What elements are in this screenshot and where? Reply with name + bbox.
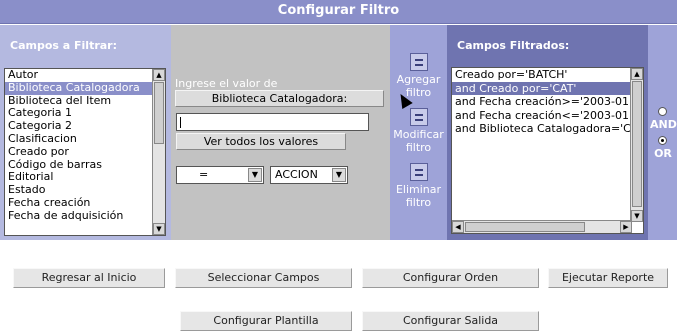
scroll-left-icon[interactable]: ◀ <box>452 221 464 233</box>
hscroll-thumb[interactable] <box>465 222 585 232</box>
list-item[interactable]: and Creado por='CAT' <box>452 81 643 95</box>
configure-order-button[interactable]: Configurar Orden <box>362 268 539 288</box>
scroll-thumb[interactable] <box>632 81 642 207</box>
page-title: Configurar Filtro <box>277 3 400 18</box>
filtered-listbox[interactable]: Creado por='BATCH' and Creado por='CAT' an… <box>451 67 644 234</box>
view-all-values-button[interactable]: Ver todos los valores <box>176 133 346 150</box>
list-item[interactable]: Creado por <box>5 145 165 159</box>
list-item[interactable]: and Biblioteca Catalogadora='C <box>452 122 643 136</box>
action-select[interactable]: ACCION ▼ <box>270 166 348 184</box>
scroll-right-icon[interactable]: ▶ <box>620 221 632 233</box>
modify-filter-button[interactable]: Modificar filtro <box>390 108 447 154</box>
add-filter-button[interactable]: Agregar filtro <box>390 53 447 99</box>
delete-filter-button[interactable]: Eliminar filtro <box>390 163 447 209</box>
filtered-panel: Campos Filtrados: Creado por='BATCH' and … <box>447 25 648 240</box>
list-item[interactable]: Clasificacion <box>5 132 165 146</box>
filtered-hscrollbar[interactable]: ◀ ▶ <box>452 220 632 233</box>
fields-header: Campos a Filtrar: <box>10 39 118 52</box>
list-item[interactable]: and Fecha creación<='2003-01 <box>452 109 643 123</box>
back-to-start-button[interactable]: Regresar al Inicio <box>13 268 165 288</box>
add-filter-icon <box>409 53 428 71</box>
list-item[interactable]: Fecha de adquisición <box>5 209 165 223</box>
list-item[interactable]: Fecha creación <box>5 196 165 210</box>
list-item[interactable]: Biblioteca Catalogadora <box>5 81 165 95</box>
fields-listbox[interactable]: Autor Biblioteca Catalogadora Biblioteca d… <box>4 68 166 236</box>
list-item[interactable]: Creado por='BATCH' <box>452 68 643 82</box>
fields-panel: Campos a Filtrar: Autor Biblioteca Catalo… <box>0 25 171 240</box>
fields-scrollbar[interactable]: ▲ ▼ <box>152 69 165 235</box>
value-panel: Ingrese el valor de Biblioteca Catalogad… <box>171 25 390 240</box>
scroll-down-icon[interactable]: ▼ <box>631 210 643 222</box>
filtered-vscrollbar[interactable]: ▲ ▼ <box>630 68 643 222</box>
chevron-down-icon: ▼ <box>332 168 346 182</box>
scroll-up-icon[interactable]: ▲ <box>631 68 643 80</box>
scroll-down-icon[interactable]: ▼ <box>153 223 165 235</box>
modify-filter-icon <box>409 108 428 126</box>
and-label: AND <box>650 118 677 131</box>
or-radio[interactable] <box>658 136 667 145</box>
configure-template-button[interactable]: Configurar Plantilla <box>180 311 352 331</box>
configure-output-button[interactable]: Configurar Salida <box>362 311 539 331</box>
selected-field-button[interactable]: Biblioteca Catalogadora: <box>175 90 384 107</box>
title-bar: Configurar Filtro <box>0 0 677 24</box>
scroll-thumb[interactable] <box>154 82 164 144</box>
value-input[interactable] <box>176 113 369 131</box>
list-item[interactable]: Autor <box>5 69 165 82</box>
scroll-up-icon[interactable]: ▲ <box>153 69 165 81</box>
list-item[interactable]: and Fecha creación>='2003-01 <box>452 95 643 109</box>
select-fields-button[interactable]: Seleccionar Campos <box>175 268 352 288</box>
and-radio[interactable] <box>658 107 667 116</box>
operator-select[interactable]: = ▼ <box>176 166 264 184</box>
chevron-down-icon: ▼ <box>248 168 262 182</box>
actions-panel: Agregar filtro Modificar filtro Eliminar… <box>390 25 447 240</box>
logic-panel: AND OR <box>648 25 677 240</box>
delete-filter-icon <box>409 163 428 181</box>
filtered-header: Campos Filtrados: <box>457 39 570 52</box>
run-report-button[interactable]: Ejecutar Reporte <box>548 268 668 288</box>
value-prompt-label: Ingrese el valor de <box>175 77 278 90</box>
or-label: OR <box>654 147 672 160</box>
